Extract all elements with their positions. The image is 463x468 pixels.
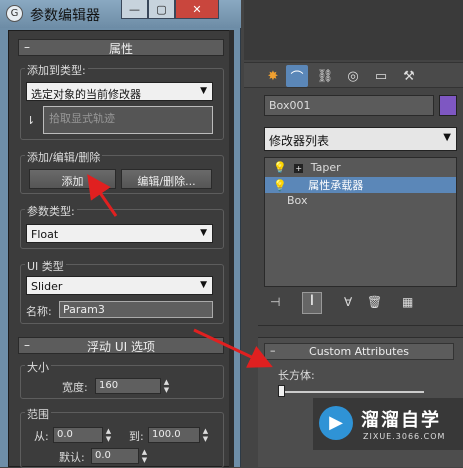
chevron-down-icon: ▼	[200, 280, 207, 290]
spinner-arrows-icon[interactable]: ▲ ▼	[104, 427, 113, 443]
minimize-button[interactable]: —	[121, 0, 148, 19]
attributes-rollout-header[interactable]: – 属性	[18, 39, 224, 56]
add-to-type-dropdown[interactable]: 选定对象的当前修改器 ▼	[26, 82, 213, 101]
default-spinner[interactable]: 0.0	[91, 448, 139, 464]
app-icon: G	[6, 5, 23, 22]
motion-tab-icon[interactable]: ◎	[342, 65, 364, 87]
watermark-logo-icon: ▶	[319, 406, 353, 440]
stack-item-label: Taper	[310, 161, 341, 174]
watermark-title: 溜溜自学	[361, 410, 441, 431]
close-button[interactable]: ✕	[175, 0, 219, 19]
add-to-type-label: 添加到类型:	[25, 62, 88, 78]
size-label: 大小	[25, 359, 51, 375]
expand-icon[interactable]: +	[294, 164, 304, 173]
configure-sets-icon[interactable]: ▦	[402, 295, 413, 309]
collapse-icon: –	[270, 344, 276, 357]
divider	[258, 325, 463, 326]
ui-type-dropdown[interactable]: Slider ▼	[26, 276, 213, 295]
pick-track-field[interactable]: 拾取显式轨迹	[43, 106, 213, 134]
stack-item-label: Box	[287, 194, 308, 207]
stack-item-taper[interactable]: 💡 + Taper	[265, 161, 456, 177]
maximize-button[interactable]: ▢	[148, 0, 175, 19]
add-button[interactable]: 添加	[29, 169, 116, 189]
add-edit-delete-label: 添加/编辑/删除	[25, 149, 103, 165]
chevron-down-icon: ▼	[443, 132, 451, 143]
remove-modifier-icon[interactable]: 🗑	[367, 295, 382, 309]
width-spinner[interactable]: 160	[95, 378, 161, 394]
object-color-swatch[interactable]	[439, 95, 457, 116]
collapse-icon: –	[24, 338, 30, 352]
from-spinner[interactable]: 0.0	[53, 427, 103, 443]
window-titlebar[interactable]: G 参数编辑器 — ▢ ✕	[0, 0, 241, 28]
show-end-result-icon[interactable]: I	[302, 292, 322, 314]
viewport-top	[244, 0, 463, 60]
modify-tab-icon[interactable]: ⌒	[286, 65, 308, 87]
param-type-dropdown[interactable]: Float ▼	[26, 224, 213, 243]
width-label: 宽度:	[62, 381, 88, 394]
lightbulb-icon[interactable]: 💡	[273, 179, 287, 192]
create-tab-icon[interactable]: ✸	[262, 65, 284, 87]
to-label: 到:	[129, 430, 144, 443]
stack-item-attribute-holder[interactable]: 💡 属性承载器	[265, 177, 456, 193]
spinner-arrows-icon[interactable]: ▲ ▼	[201, 427, 210, 443]
range-label: 范围	[25, 406, 51, 422]
name-label: 名称:	[26, 305, 52, 318]
param-type-label: 参数类型:	[25, 203, 77, 219]
slider-label: 长方体:	[278, 369, 315, 382]
watermark: ▶ 溜溜自学 ZIXUE.3066.COM	[313, 398, 463, 450]
hierarchy-tab-icon[interactable]: ⛓	[314, 65, 336, 87]
stack-toolbar: ⊣ I ∀ 🗑 ▦	[264, 292, 457, 314]
stack-item-label: 属性承载器	[308, 179, 364, 192]
spinner-arrows-icon[interactable]: ▲ ▼	[140, 448, 149, 464]
chevron-down-icon: ▼	[200, 228, 207, 238]
ui-type-label: UI 类型	[25, 258, 66, 274]
modifier-stack: 💡 + Taper 💡 属性承载器 Box	[264, 157, 457, 287]
display-tab-icon[interactable]: ▭	[370, 65, 392, 87]
scrollbar[interactable]	[229, 30, 234, 467]
chevron-down-icon: ▼	[200, 86, 207, 96]
make-unique-icon[interactable]: ∀	[344, 295, 352, 309]
from-label: 从:	[34, 430, 49, 443]
slider-track[interactable]	[280, 391, 424, 393]
pick-track-icon[interactable]: ⇂	[26, 114, 38, 128]
to-spinner[interactable]: 100.0	[148, 427, 200, 443]
collapse-icon: –	[24, 40, 30, 54]
object-name-field[interactable]: Box001	[264, 95, 434, 116]
float-ui-rollout-header[interactable]: – 浮动 UI 选项	[18, 337, 224, 354]
utilities-tab-icon[interactable]: ⚒	[398, 65, 420, 87]
custom-attributes-header[interactable]: – Custom Attributes	[264, 343, 454, 360]
modifier-list-label: 修改器列表	[269, 134, 330, 148]
watermark-url: ZIXUE.3066.COM	[363, 432, 446, 441]
window-title: 参数编辑器	[30, 8, 100, 24]
pin-stack-icon[interactable]: ⊣	[270, 295, 280, 309]
dialog-client-area: – 属性 添加到类型: 选定对象的当前修改器 ▼ ⇂ 拾取显式轨迹 添加/编辑/…	[8, 30, 234, 468]
default-label: 默认:	[59, 451, 85, 464]
spinner-arrows-icon[interactable]: ▲ ▼	[162, 378, 171, 394]
modifier-list-dropdown[interactable]: 修改器列表 ▼	[264, 127, 457, 151]
lightbulb-icon[interactable]: 💡	[273, 161, 287, 174]
command-panel-tabs: ✸ ⌒ ⛓ ◎ ▭ ⚒	[244, 62, 463, 88]
stack-item-box[interactable]: Box	[265, 194, 456, 210]
edit-delete-button[interactable]: 编辑/删除...	[121, 169, 212, 189]
slider-thumb[interactable]	[278, 385, 285, 397]
name-field[interactable]: Param3	[59, 301, 213, 318]
